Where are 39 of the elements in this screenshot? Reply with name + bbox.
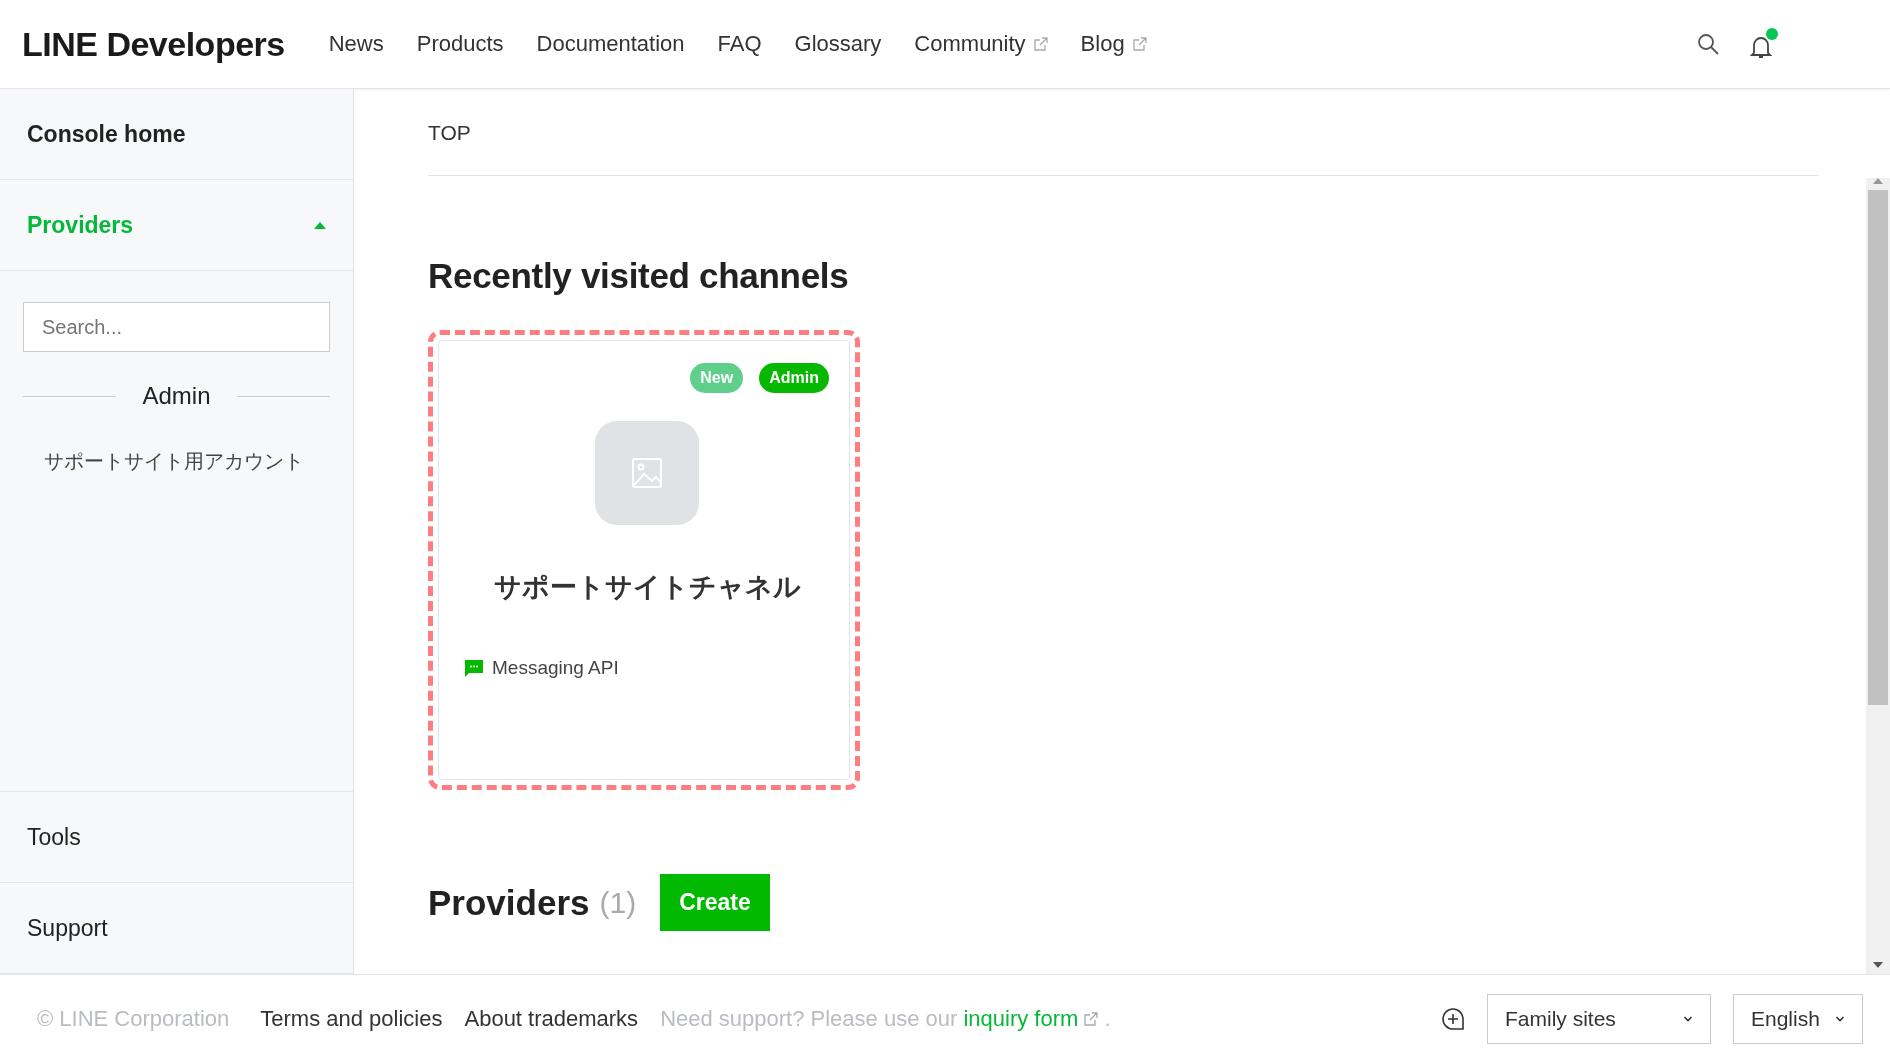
nav-link[interactable]: Glossary <box>794 31 882 57</box>
channel-name: サポートサイトチャネル <box>493 571 801 604</box>
channel-type: Messaging API <box>492 657 619 679</box>
footer-link[interactable]: Terms and policies <box>260 1006 443 1032</box>
nav-link[interactable]: Documentation <box>536 31 685 57</box>
family-sites-dropdown[interactable]: Family sites <box>1487 994 1711 1044</box>
language-dropdown[interactable]: English <box>1733 994 1863 1044</box>
chat-bubble-icon <box>465 659 483 677</box>
section-heading: Recently visited channels <box>428 256 850 296</box>
notification-bell-icon[interactable] <box>1750 28 1778 60</box>
nav-link[interactable]: Blog <box>1080 31 1147 57</box>
nav-link[interactable]: Community <box>914 31 1048 57</box>
sidebar-link[interactable]: Tools <box>0 791 353 883</box>
group-heading: Admin <box>142 382 211 410</box>
nav-link[interactable]: Products <box>416 31 504 57</box>
nav-link[interactable]: News <box>328 31 384 57</box>
footer-link[interactable]: About trademarks <box>464 1006 639 1032</box>
channel-card[interactable]: New Admin サポートサイトチャネル Messaging API <box>438 340 850 780</box>
status-badge: Admin <box>759 363 829 393</box>
provider-count: (1) <box>599 885 637 920</box>
breadcrumb: TOP <box>428 89 1819 176</box>
site-logo[interactable]: LINE Developers <box>22 24 285 64</box>
nav-link[interactable]: FAQ <box>717 31 762 57</box>
support-text: Need support? Please use our inquiry form . <box>660 1006 1111 1032</box>
search-field[interactable]: Search... <box>23 302 330 352</box>
search-icon[interactable] <box>1696 32 1720 56</box>
scroll-down-arrow-icon[interactable] <box>1873 962 1883 968</box>
caret-icon <box>314 221 326 229</box>
external-link-icon <box>1084 1012 1099 1026</box>
chevron-down-icon <box>1835 1015 1845 1023</box>
section-heading: Providers <box>428 882 590 923</box>
chevron-down-icon <box>1683 1015 1693 1023</box>
console-home-link[interactable]: Console home <box>0 89 353 180</box>
copyright-text: © LINE Corporation <box>37 1006 230 1032</box>
image-icon <box>631 457 663 489</box>
provider-link[interactable]: サポートサイト用アカウント <box>0 448 353 475</box>
status-badge: New <box>690 363 744 393</box>
sidebar-link[interactable]: Support <box>0 883 353 974</box>
chat-plus-icon <box>1441 1007 1465 1031</box>
